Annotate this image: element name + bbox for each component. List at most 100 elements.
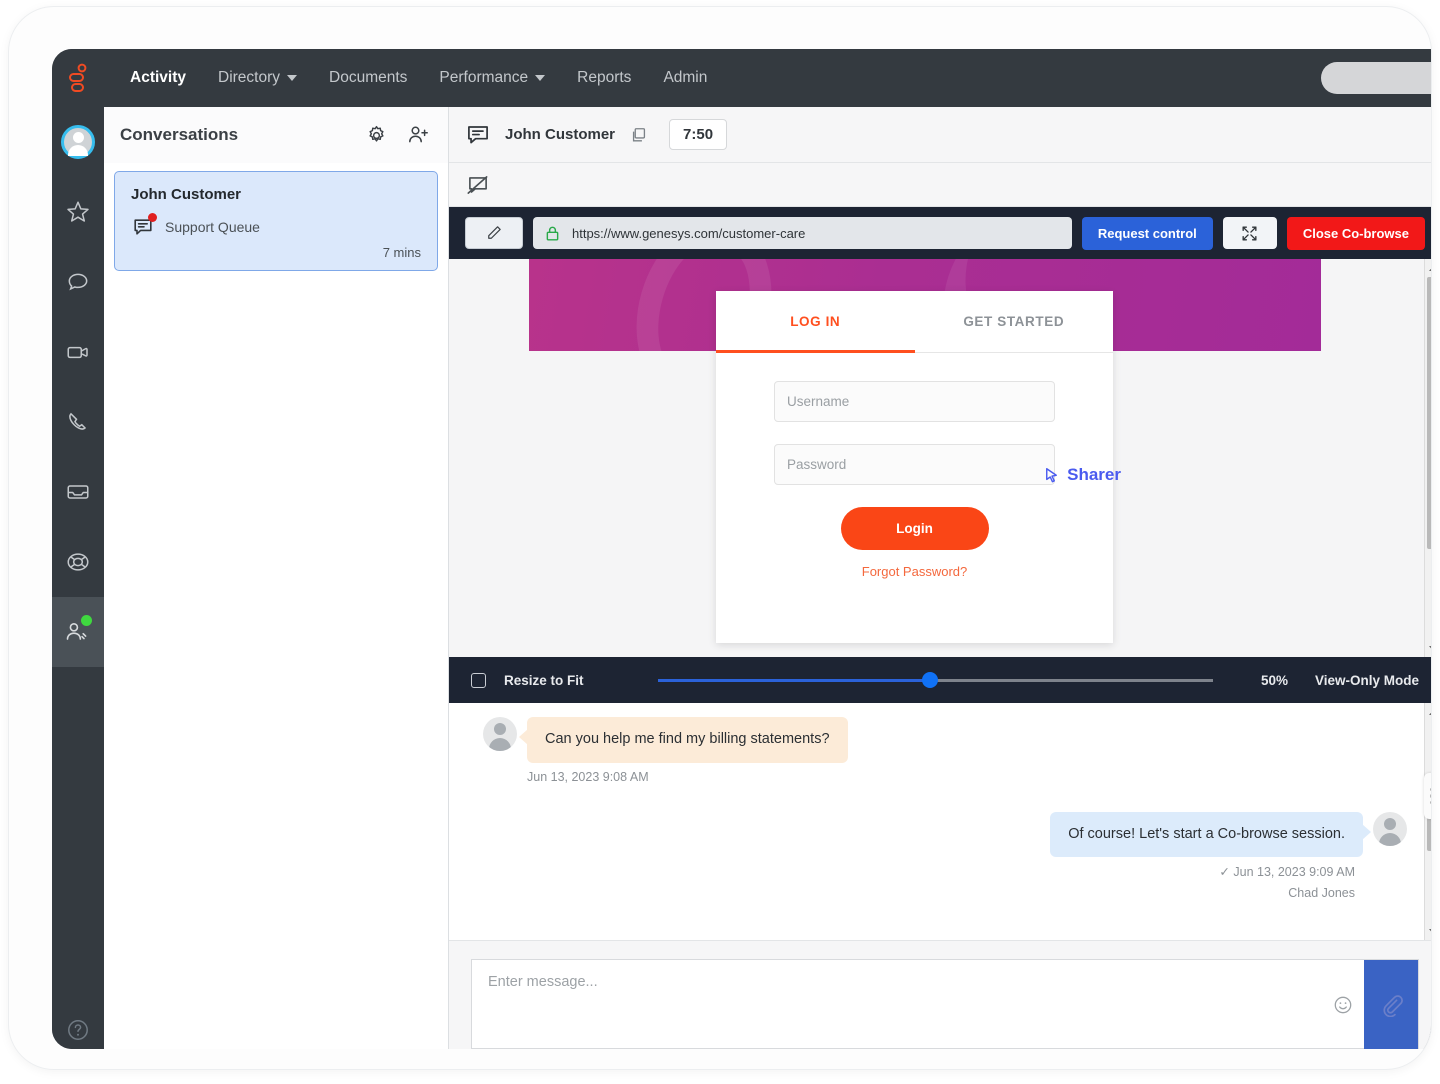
message-bubble: Can you help me find my billing statemen… [519, 717, 848, 763]
message-composer-area: Enter message... [449, 941, 1431, 1049]
help-circle-icon [68, 1020, 88, 1040]
status-online-badge [81, 615, 92, 626]
agent-avatar-icon [1373, 811, 1407, 846]
rail-item-video[interactable] [52, 317, 104, 387]
message-author: Chad Jones [1288, 886, 1355, 901]
cobrowse-url-bar[interactable]: https://www.genesys.com/customer-care [533, 217, 1072, 249]
tab-get-started[interactable]: GET STARTED [914, 291, 1113, 353]
composer-actions [1322, 988, 1364, 1022]
chat-bubble-icon [68, 273, 88, 291]
message-composer: Enter message... [471, 959, 1419, 1049]
conversations-panel: Conversations John Customer Support Queu… [104, 107, 449, 1049]
nav-item-performance[interactable]: Performance [423, 61, 561, 95]
cobrowse-draw-button[interactable] [465, 217, 523, 249]
emoji-button[interactable] [1322, 988, 1364, 1022]
conversations-header: Conversations [104, 107, 448, 163]
cobrowse-url-text: https://www.genesys.com/customer-care [572, 225, 806, 241]
conversation-subline: Support Queue [131, 213, 421, 239]
chat-scrollbar[interactable] [1424, 703, 1431, 940]
page-frame: Activity Directory Documents Performance… [8, 6, 1432, 1070]
cobrowse-viewport[interactable]: LOG IN GET STARTED Username Password Log… [449, 259, 1431, 671]
smiley-icon [1334, 996, 1352, 1014]
interaction-header: John Customer 7:50 [449, 107, 1431, 163]
nav-item-reports[interactable]: Reports [561, 61, 647, 95]
left-icon-rail [52, 107, 104, 1049]
close-cobrowse-button[interactable]: Close Co-browse [1286, 216, 1425, 250]
nav-item-label: Documents [329, 69, 408, 86]
nav-item-label: Reports [577, 69, 632, 86]
rail-item-chat[interactable] [52, 247, 104, 317]
scroll-up-arrow-icon[interactable] [1425, 703, 1431, 720]
nav-item-label: Admin [663, 69, 708, 86]
scroll-down-arrow-icon[interactable] [1425, 923, 1431, 940]
nav-right-pill[interactable] [1321, 62, 1431, 94]
login-card: LOG IN GET STARTED Username Password Log… [716, 291, 1121, 643]
conversation-time: 7 mins [382, 245, 421, 260]
conversation-queue: Support Queue [165, 219, 260, 235]
zoom-slider-thumb[interactable] [921, 672, 938, 688]
interaction-timer: 7:50 [669, 119, 728, 150]
scroll-down-arrow-icon[interactable] [1425, 640, 1431, 657]
zoom-slider-fill [657, 678, 930, 682]
phone-icon [69, 412, 87, 430]
app-window: Activity Directory Documents Performance… [52, 49, 1431, 1049]
mouse-pointer-icon [1046, 467, 1058, 482]
rail-item-favorites[interactable] [52, 177, 104, 247]
scroll-up-arrow-icon[interactable] [1425, 259, 1431, 276]
inbox-icon [67, 485, 89, 499]
nav-item-label: Directory [218, 69, 281, 86]
add-person-icon[interactable] [406, 123, 430, 147]
rail-item-profile[interactable] [52, 107, 104, 177]
sharer-cursor-indicator: Sharer [1042, 465, 1121, 485]
username-field[interactable]: Username [774, 381, 1055, 422]
tab-log-in[interactable]: LOG IN [716, 291, 915, 353]
rail-item-support[interactable] [52, 527, 104, 597]
zoom-percent-label: 50% [1260, 672, 1288, 688]
interaction-subtoolbar [449, 163, 1431, 207]
cobrowse-scrollbar-thumb[interactable] [1427, 277, 1431, 549]
paperclip-icon [1383, 995, 1403, 1017]
chat-transcript: Can you help me find my billing statemen… [449, 703, 1431, 941]
copy-icon[interactable] [629, 125, 649, 145]
rail-item-phone[interactable] [52, 387, 104, 457]
password-field[interactable]: Password [774, 444, 1055, 485]
conversations-title: Conversations [120, 125, 239, 144]
gear-icon[interactable] [365, 124, 388, 147]
rail-item-help[interactable] [52, 1017, 104, 1043]
resize-to-fit-label: Resize to Fit [504, 672, 584, 688]
nav-item-documents[interactable]: Documents [313, 61, 423, 95]
rail-item-interactions[interactable] [52, 597, 104, 667]
interaction-customer-name: John Customer [505, 126, 616, 143]
conversation-item[interactable]: John Customer Support Queue 7 mins [114, 171, 438, 271]
video-camera-icon [67, 346, 88, 359]
cobrowse-expand-button[interactable] [1222, 217, 1277, 249]
message-row: Of course! Let's start a Co-browse sessi… [483, 811, 1407, 858]
genesys-logo[interactable] [52, 49, 104, 107]
request-control-button[interactable]: Request control [1081, 216, 1213, 250]
resize-to-fit-checkbox[interactable] [471, 672, 486, 688]
login-button[interactable]: Login [840, 507, 989, 550]
chat-message-icon [468, 125, 488, 143]
zoom-slider[interactable] [657, 670, 1213, 690]
attach-file-button[interactable] [1364, 960, 1418, 1049]
rail-item-inbox[interactable] [52, 457, 104, 527]
resize-drag-handle-icon[interactable] [1424, 773, 1431, 819]
forgot-password-link[interactable]: Forgot Password? [774, 564, 1055, 579]
nav-item-directory[interactable]: Directory [202, 61, 313, 95]
cobrowse-scrollbar[interactable] [1424, 259, 1431, 657]
login-tabs: LOG IN GET STARTED [716, 291, 1113, 353]
pencil-icon [488, 226, 501, 239]
nav-item-activity[interactable]: Activity [114, 61, 202, 95]
conversations-header-actions [365, 123, 430, 147]
star-icon [67, 201, 89, 222]
lock-secure-icon [546, 226, 559, 241]
nav-item-admin[interactable]: Admin [647, 61, 723, 95]
view-mode-label: View-Only Mode [1314, 672, 1419, 688]
message-timestamp: Jun 13, 2023 9:08 AM [527, 769, 649, 784]
cobrowse-disabled-icon[interactable] [465, 172, 491, 198]
nav-item-list: Activity Directory Documents Performance… [114, 61, 723, 95]
lifebuoy-icon [67, 553, 89, 571]
message-timestamp: ✓ Jun 13, 2023 9:09 AM [1219, 865, 1355, 880]
message-input[interactable]: Enter message... [472, 960, 1322, 1048]
genesys-logo-icon [69, 63, 87, 92]
